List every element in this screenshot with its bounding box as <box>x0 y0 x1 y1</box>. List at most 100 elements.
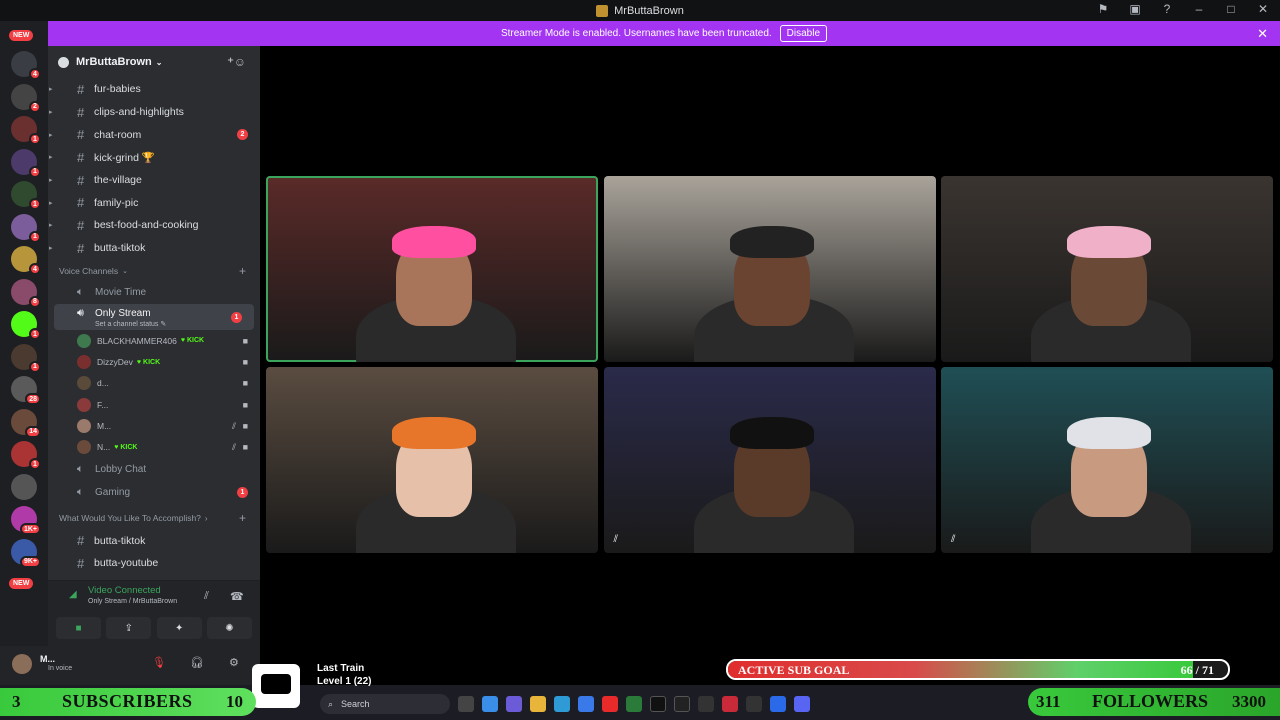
task-view-icon[interactable] <box>458 696 474 712</box>
kick-label: KICK <box>186 337 205 345</box>
camera-button[interactable]: ■ <box>56 617 101 639</box>
voice-user[interactable]: N... ♥ KICK ■ ⫽ <box>48 437 260 458</box>
pencil-icon[interactable]: ✎ <box>160 321 166 328</box>
add-channel-icon[interactable]: + <box>239 264 246 278</box>
copilot-icon[interactable] <box>482 696 498 712</box>
server-icon[interactable]: 1 <box>11 213 41 243</box>
video-tile[interactable] <box>941 176 1273 362</box>
server-icon[interactable]: 8 <box>11 278 41 308</box>
voice-channel-gaming[interactable]: 🔈︎ Gaming 1 <box>48 481 260 504</box>
discord-icon[interactable] <box>794 696 810 712</box>
taskbar-search[interactable]: ⌕ Search <box>320 694 450 714</box>
opera-icon[interactable] <box>722 696 738 712</box>
server-icon[interactable]: 1K+ <box>11 506 41 535</box>
video-tile[interactable]: ⫽ <box>603 367 936 553</box>
gear-icon[interactable]: ⚙ <box>229 656 239 669</box>
chevron-right-icon: ▸ <box>49 86 53 94</box>
voice-category-label: Voice Channels <box>59 265 119 276</box>
activities-button[interactable]: ✦ <box>156 617 202 639</box>
channel-status[interactable]: Set a channel status <box>95 321 158 328</box>
chevron-down-icon: ⌄ <box>122 267 128 275</box>
mute-mic-icon[interactable]: 🎙︎ <box>152 656 166 669</box>
server-icon[interactable]: 1 <box>11 343 41 373</box>
video-tile[interactable]: ⫽ <box>941 367 1273 553</box>
add-channel-icon[interactable]: + <box>239 511 246 525</box>
server-icon[interactable] <box>11 473 37 500</box>
teams-icon[interactable] <box>506 696 522 712</box>
voice-user[interactable]: d... ■ <box>48 373 260 394</box>
app-icon[interactable] <box>770 696 786 712</box>
voice-user[interactable]: F... ■ <box>48 394 260 415</box>
server-icon[interactable]: 1 <box>11 148 41 178</box>
server-icon[interactable]: 4 <box>11 51 41 80</box>
channel-item[interactable]: ▸ # butta-tiktok <box>48 237 260 260</box>
sub-goal-label: ACTIVE SUB GOAL <box>738 663 850 677</box>
tiktok-icon[interactable] <box>650 696 666 712</box>
channel-label: clips-and-highlights <box>94 106 184 119</box>
server-icon[interactable]: 1 <box>11 441 41 470</box>
channel-item[interactable]: ▸ # the-village <box>48 169 260 192</box>
user-name[interactable]: M... <box>40 654 55 664</box>
channel-item[interactable]: ▸ # chat-room 2 <box>48 123 260 146</box>
voice-channel-lobby-chat[interactable]: 🔈︎ Lobby Chat <box>48 458 260 481</box>
channel-item[interactable]: ▸ # fur-babies <box>48 78 260 101</box>
voice-user[interactable]: M... ■ ⫽ <box>48 415 260 436</box>
screen-share-button[interactable]: ⇪ <box>106 617 152 639</box>
video-tile[interactable] <box>603 176 936 362</box>
channel-item[interactable]: ▸ # kick-grind 🏆 <box>48 146 260 169</box>
close-icon[interactable]: ✕ <box>1257 26 1268 42</box>
app-icon[interactable] <box>698 696 714 712</box>
edge-icon[interactable] <box>554 696 570 712</box>
server-icon[interactable]: 9K+ <box>11 538 41 568</box>
category-accomplish[interactable]: What Would You Like To Accomplish? › + <box>48 507 260 529</box>
soundboard-button[interactable]: ✺ <box>206 617 252 639</box>
avatar[interactable] <box>12 654 32 674</box>
noise-suppression-icon[interactable]: ⫽ <box>204 590 209 603</box>
voice-category[interactable]: Voice Channels ⌄ + <box>48 260 260 282</box>
server-icon[interactable]: 2 <box>11 83 41 113</box>
server-icon[interactable]: 28 <box>11 376 41 405</box>
followers-count: 311 <box>1036 692 1061 711</box>
participant-hair <box>1067 226 1151 258</box>
channel-butta-tiktok-2[interactable]: # butta-tiktok <box>48 529 260 552</box>
channel-item[interactable]: ▸ # family-pic <box>48 191 260 214</box>
voice-user[interactable]: BLACKHAMMER406 ♥ KICK ■ <box>48 330 260 351</box>
disable-button[interactable]: Disable <box>779 25 828 42</box>
add-member-icon[interactable]: ⁺☺ <box>227 55 246 69</box>
channel-item[interactable]: ▸ # clips-and-highlights <box>48 101 260 124</box>
minimize-button[interactable]: – <box>1190 2 1208 16</box>
user-status: In voice <box>48 665 73 672</box>
close-window-button[interactable]: ✕ <box>1254 2 1272 16</box>
inbox-icon[interactable]: ⚑ <box>1094 2 1112 16</box>
voice-channel-movie-time[interactable]: 🔈︎ Movie Time <box>48 282 260 305</box>
store-icon[interactable] <box>578 696 594 712</box>
signal-icon[interactable]: ◢ <box>69 589 77 600</box>
headphones-icon[interactable]: 🎧︎ <box>190 656 204 669</box>
excel-icon[interactable] <box>626 696 642 712</box>
server-icon[interactable]: 1 <box>11 181 41 210</box>
server-icon[interactable]: 14 <box>11 408 41 438</box>
server-icon[interactable]: 1 <box>11 116 41 145</box>
server-icon[interactable]: 1 <box>11 311 41 340</box>
maximize-button[interactable]: □ <box>1222 2 1240 16</box>
channel-item[interactable]: ▸ # best-food-and-cooking <box>48 214 260 237</box>
channel-butta-youtube[interactable]: # butta-youtube <box>48 552 260 575</box>
disconnect-icon[interactable]: ☎ <box>230 590 244 603</box>
server-header[interactable]: MrButtaBrown ⌄ ⁺☺ <box>48 46 260 78</box>
youtube-icon[interactable] <box>602 696 618 712</box>
help-icon[interactable]: ? <box>1158 2 1176 16</box>
video-icon: ■ <box>242 442 248 453</box>
avatar <box>77 355 91 370</box>
voice-status[interactable]: Video Connected <box>88 585 161 596</box>
video-tile[interactable]: ⫽ <box>266 367 598 553</box>
voice-channel-only-stream[interactable]: 🔊︎ Only Stream Set a channel status ✎ 1 <box>54 304 254 331</box>
voice-user[interactable]: DizzyDev ♥ KICK ■ <box>48 351 260 372</box>
video-tile[interactable] <box>266 176 598 362</box>
obs-icon[interactable] <box>674 696 690 712</box>
window-box-icon[interactable]: ▣ <box>1126 2 1144 16</box>
new-badge: NEW <box>9 30 34 41</box>
capcut-icon[interactable] <box>746 696 762 712</box>
server-icon[interactable]: 4 <box>11 246 41 275</box>
server-badge: 1 <box>29 165 41 178</box>
explorer-icon[interactable] <box>530 696 546 712</box>
